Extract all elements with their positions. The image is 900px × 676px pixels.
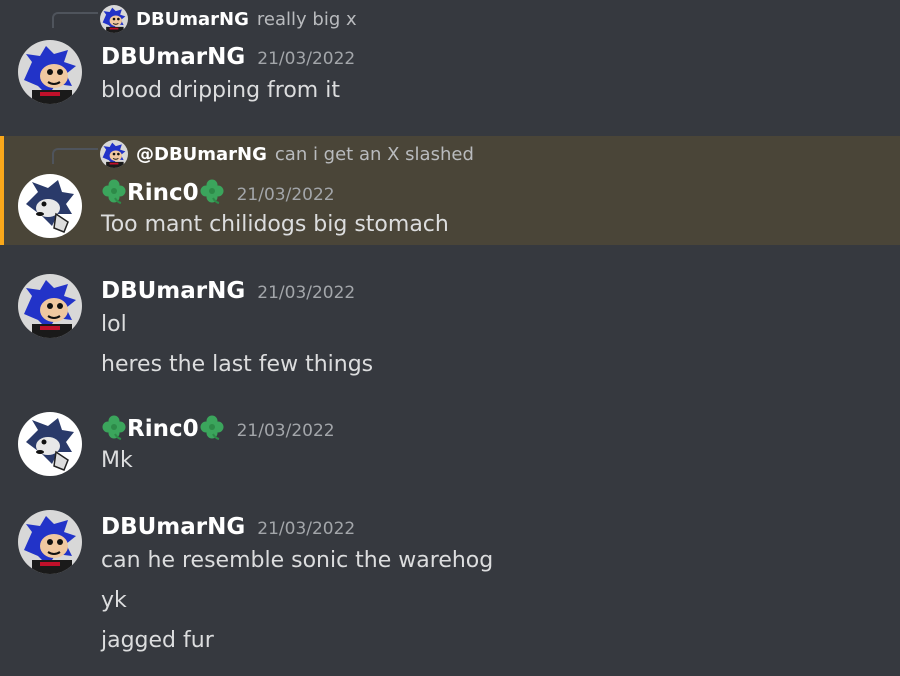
message-group-mentioned: @DBUmarNG can i get an X slashed Rinc0 2… (0, 136, 900, 245)
reply-text[interactable]: really big x (257, 9, 357, 30)
timestamp: 21/03/2022 (257, 49, 356, 69)
mention-bar (0, 136, 4, 245)
clover-icon (101, 414, 127, 440)
author-name[interactable]: Rinc0 (101, 414, 225, 442)
timestamp: 21/03/2022 (257, 283, 356, 303)
timestamp: 21/03/2022 (236, 185, 335, 205)
reply-connector (52, 12, 98, 28)
message-header: DBUmarNG 21/03/2022 (101, 278, 355, 304)
reply-text[interactable]: can i get an X slashed (275, 144, 474, 165)
author-name[interactable]: DBUmarNG (101, 278, 245, 304)
reply-preview[interactable]: @DBUmarNG can i get an X slashed (100, 139, 474, 169)
message-group: Rinc0 21/03/2022 Mk (0, 408, 900, 488)
message-text: jagged fur (101, 628, 214, 653)
reply-avatar[interactable] (100, 140, 128, 168)
reply-author[interactable]: DBUmarNG (136, 9, 249, 30)
reply-preview[interactable]: DBUmarNG really big x (100, 4, 357, 34)
message-text: lol (101, 312, 127, 337)
message-text: Too mant chilidogs big stomach (101, 212, 449, 237)
timestamp: 21/03/2022 (257, 519, 356, 539)
avatar[interactable] (18, 510, 82, 574)
clover-icon (199, 178, 225, 204)
message-group: DBUmarNG 21/03/2022 lol heres the last f… (0, 270, 900, 390)
message-text: yk (101, 588, 127, 613)
message-header: DBUmarNG 21/03/2022 (101, 514, 355, 540)
message-text: Mk (101, 448, 133, 473)
avatar[interactable] (18, 174, 82, 238)
clover-icon (101, 178, 127, 204)
avatar[interactable] (18, 274, 82, 338)
author-name-text: Rinc0 (127, 180, 199, 206)
reply-author[interactable]: @DBUmarNG (136, 144, 267, 165)
avatar[interactable] (18, 40, 82, 104)
message-group: DBUmarNG really big x DBUmarNG 21/03/202… (0, 0, 900, 120)
avatar[interactable] (18, 412, 82, 476)
author-name[interactable]: DBUmarNG (101, 514, 245, 540)
message-text: blood dripping from it (101, 78, 340, 103)
author-name[interactable]: Rinc0 (101, 178, 225, 206)
message-header: DBUmarNG 21/03/2022 (101, 44, 355, 70)
clover-icon (199, 414, 225, 440)
message-header: Rinc0 21/03/2022 (101, 178, 335, 206)
author-name-text: Rinc0 (127, 416, 199, 442)
message-group: DBUmarNG 21/03/2022 can he resemble soni… (0, 506, 900, 676)
reply-avatar[interactable] (100, 5, 128, 33)
message-text: heres the last few things (101, 352, 374, 377)
timestamp: 21/03/2022 (236, 421, 335, 441)
author-name[interactable]: DBUmarNG (101, 44, 245, 70)
reply-connector (52, 148, 98, 164)
message-text: can he resemble sonic the warehog (101, 548, 494, 573)
message-header: Rinc0 21/03/2022 (101, 414, 335, 442)
